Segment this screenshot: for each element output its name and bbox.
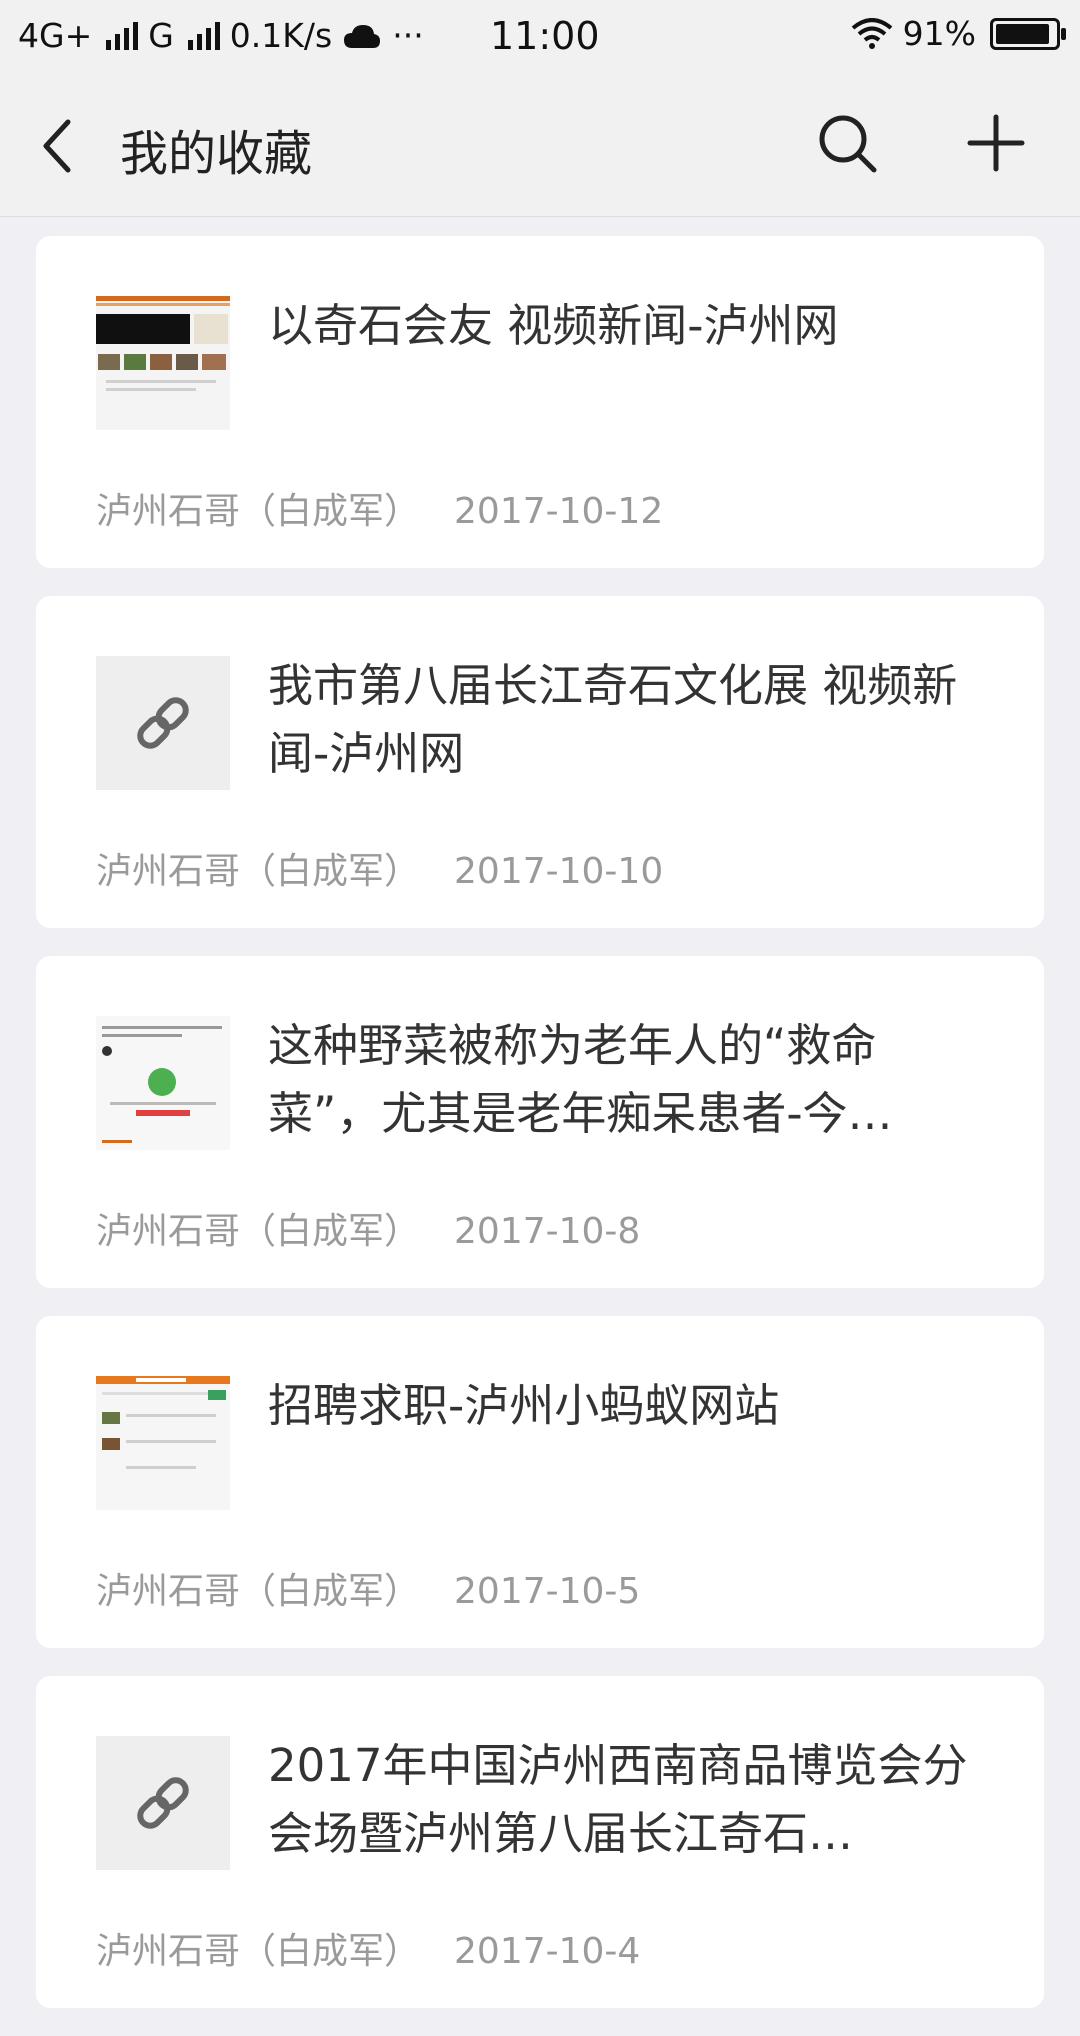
signal-strength-icon: [106, 21, 139, 50]
favorite-date: 2017-10-8: [454, 1211, 641, 1252]
cloud-icon: [344, 24, 381, 48]
favorites-list: 以奇石会友 视频新闻-泸州网 泸州石哥（白成军） 2017-10-12 我市第八届…: [36, 236, 1044, 2036]
battery-icon: [990, 17, 1066, 50]
favorite-date: 2017-10-10: [454, 851, 664, 892]
favorite-author: 泸州石哥（白成军）: [96, 851, 421, 892]
more-notifications-icon: ···: [392, 16, 424, 55]
favorite-item[interactable]: 这种野菜被称为老年人的“救命菜”，尤其是老年痴呆患者-今… 泸州石哥（白成军） 2…: [36, 956, 1044, 1288]
status-bar: 4G+ G 0.1K/s ··· 11:00 91%: [0, 0, 1080, 74]
link-icon: [137, 697, 189, 749]
webpage-thumbnail: [96, 296, 230, 430]
back-arrow-icon[interactable]: [38, 118, 78, 174]
favorite-item[interactable]: 2017年中国泸州西南商品博览会分会场暨泸州第八届长江奇石… 泸州石哥（白成军）…: [36, 1676, 1044, 2008]
favorite-meta: 泸州石哥（白成军） 2017-10-8: [96, 1202, 640, 1254]
favorite-title: 招聘求职-泸州小蚂蚁网站: [268, 1379, 780, 1432]
battery-percent: 91%: [902, 14, 976, 53]
favorite-author: 泸州石哥（白成军）: [96, 491, 421, 532]
link-thumbnail: [96, 1736, 230, 1870]
favorite-author: 泸州石哥（白成军）: [96, 1931, 421, 1972]
favorite-meta: 泸州石哥（白成军） 2017-10-10: [96, 842, 663, 894]
favorite-date: 2017-10-4: [454, 1931, 641, 1972]
wifi-icon: [851, 17, 892, 49]
favorite-title: 2017年中国泸州西南商品博览会分会场暨泸州第八届长江奇石…: [268, 1739, 968, 1860]
favorite-meta: 泸州石哥（白成军） 2017-10-12: [96, 482, 663, 534]
favorite-item[interactable]: 以奇石会友 视频新闻-泸州网 泸州石哥（白成军） 2017-10-12: [36, 236, 1044, 568]
plus-icon[interactable]: [967, 114, 1025, 172]
favorite-item[interactable]: 我市第八届长江奇石文化展 视频新闻-泸州网 泸州石哥（白成军） 2017-10-1…: [36, 596, 1044, 928]
favorite-title: 我市第八届长江奇石文化展 视频新闻-泸州网: [268, 659, 958, 780]
webpage-thumbnail: [96, 1376, 230, 1510]
link-icon: [137, 1777, 189, 1829]
favorite-meta: 泸州石哥（白成军） 2017-10-4: [96, 1922, 640, 1974]
page-title: 我的收藏: [120, 126, 313, 182]
favorite-author: 泸州石哥（白成军）: [96, 1211, 421, 1252]
favorite-date: 2017-10-5: [454, 1571, 641, 1612]
signal-strength-icon-2: [187, 21, 220, 50]
favorite-title: 这种野菜被称为老年人的“救命菜”，尤其是老年痴呆患者-今…: [268, 1019, 893, 1140]
clock: 11:00: [490, 14, 600, 58]
webpage-thumbnail: [96, 1016, 230, 1150]
favorite-date: 2017-10-12: [454, 491, 664, 532]
link-thumbnail: [96, 656, 230, 790]
network-type-g: G: [148, 16, 174, 55]
network-speed: 0.1K/s: [229, 16, 333, 55]
search-icon[interactable]: [816, 112, 880, 176]
favorite-title: 以奇石会友 视频新闻-泸州网: [268, 299, 839, 352]
favorite-meta: 泸州石哥（白成军） 2017-10-5: [96, 1562, 640, 1614]
favorite-author: 泸州石哥（白成军）: [96, 1571, 421, 1612]
favorite-item[interactable]: 招聘求职-泸州小蚂蚁网站 泸州石哥（白成军） 2017-10-5: [36, 1316, 1044, 1648]
app-header: 我的收藏: [0, 74, 1080, 217]
network-type-4g: 4G+: [18, 16, 93, 55]
